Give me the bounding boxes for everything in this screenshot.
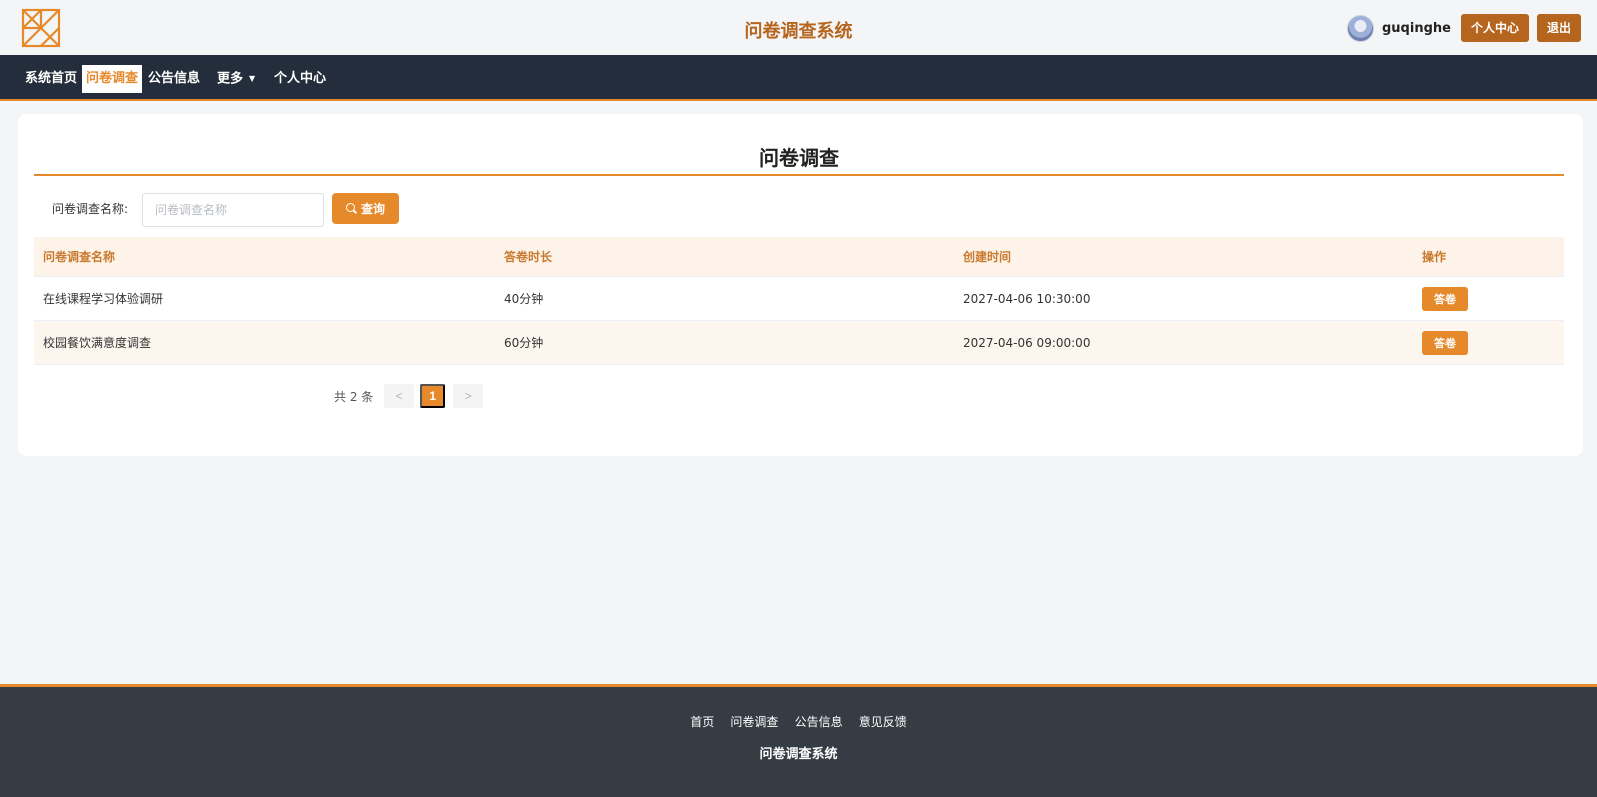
column-header: 问卷调查名称 bbox=[43, 250, 116, 264]
answer-button[interactable]: 答卷 bbox=[1422, 330, 1468, 355]
site-title: 问卷调查系统 bbox=[744, 21, 853, 42]
main-nav: 系统首页 问卷调查 公告信息 更多 ▼ 个人中心 bbox=[0, 55, 1597, 101]
column-header: 答卷时长 bbox=[504, 250, 553, 264]
next-page-button[interactable]: > bbox=[453, 384, 484, 408]
search-label: 问卷调查名称: bbox=[52, 202, 129, 216]
footer-link-feedback[interactable]: 意见反馈 bbox=[859, 715, 907, 729]
nav-item-profile[interactable]: 个人中心 bbox=[270, 65, 330, 93]
survey-name: 在线课程学习体验调研 bbox=[43, 292, 164, 306]
username: guqinghe bbox=[1382, 20, 1451, 36]
search-icon bbox=[345, 203, 357, 214]
table-row: 在线课程学习体验调研 40分钟 2027-04-06 10:30:00 答卷 bbox=[34, 277, 1564, 321]
survey-card: 问卷调查 问卷调查名称: 查询 问卷调查名称 答卷时长 创建时间 操作 在线课程… bbox=[18, 114, 1583, 456]
survey-table: 问卷调查名称 答卷时长 创建时间 操作 在线课程学习体验调研 40分钟 2027… bbox=[34, 237, 1564, 365]
pagination: 共 2 条 < 1 > bbox=[334, 384, 489, 408]
survey-duration: 60分钟 bbox=[504, 336, 544, 350]
footer-link-home[interactable]: 首页 bbox=[690, 715, 714, 729]
chevron-down-icon: ▼ bbox=[249, 74, 256, 83]
avatar[interactable] bbox=[1347, 14, 1374, 42]
column-header: 创建时间 bbox=[963, 250, 1012, 264]
table-row: 校园餐饮满意度调查 60分钟 2027-04-06 09:00:00 答卷 bbox=[34, 321, 1564, 365]
search-button[interactable]: 查询 bbox=[332, 193, 399, 224]
footer-link-survey[interactable]: 问卷调查 bbox=[730, 715, 778, 729]
nav-item-announcements[interactable]: 公告信息 bbox=[144, 65, 204, 93]
answer-button[interactable]: 答卷 bbox=[1422, 286, 1468, 311]
pagination-total: 共 2 条 bbox=[334, 389, 374, 404]
search-input[interactable] bbox=[142, 193, 324, 227]
nav-item-more[interactable]: 更多 ▼ bbox=[213, 65, 259, 93]
column-header: 操作 bbox=[1422, 250, 1447, 264]
logout-button[interactable]: 退出 bbox=[1536, 14, 1581, 42]
survey-duration: 40分钟 bbox=[504, 292, 544, 306]
footer-title: 问卷调查系统 bbox=[759, 747, 838, 762]
table-header: 问卷调查名称 答卷时长 创建时间 操作 bbox=[34, 237, 1564, 277]
survey-created-time: 2027-04-06 09:00:00 bbox=[963, 335, 1091, 350]
page-title: 问卷调查 bbox=[34, 142, 1564, 176]
survey-created-time: 2027-04-06 10:30:00 bbox=[963, 291, 1091, 306]
prev-page-button[interactable]: < bbox=[384, 384, 415, 408]
survey-name: 校园餐饮满意度调查 bbox=[43, 336, 152, 350]
nav-item-survey[interactable]: 问卷调查 bbox=[82, 65, 143, 93]
search-button-label: 查询 bbox=[360, 202, 385, 216]
top-header: 问卷调查系统 guqinghe 个人中心 退出 bbox=[0, 0, 1597, 55]
footer-links: 首页 问卷调查 公告信息 意见反馈 bbox=[0, 713, 1597, 730]
user-area: guqinghe 个人中心 退出 bbox=[1347, 14, 1581, 42]
page-number-button[interactable]: 1 bbox=[420, 384, 446, 408]
footer: 首页 问卷调查 公告信息 意见反馈 问卷调查系统 bbox=[0, 684, 1597, 797]
logo-icon bbox=[21, 8, 61, 48]
nav-item-home[interactable]: 系统首页 bbox=[21, 65, 81, 93]
profile-button[interactable]: 个人中心 bbox=[1460, 14, 1529, 42]
footer-link-announcements[interactable]: 公告信息 bbox=[795, 715, 843, 729]
